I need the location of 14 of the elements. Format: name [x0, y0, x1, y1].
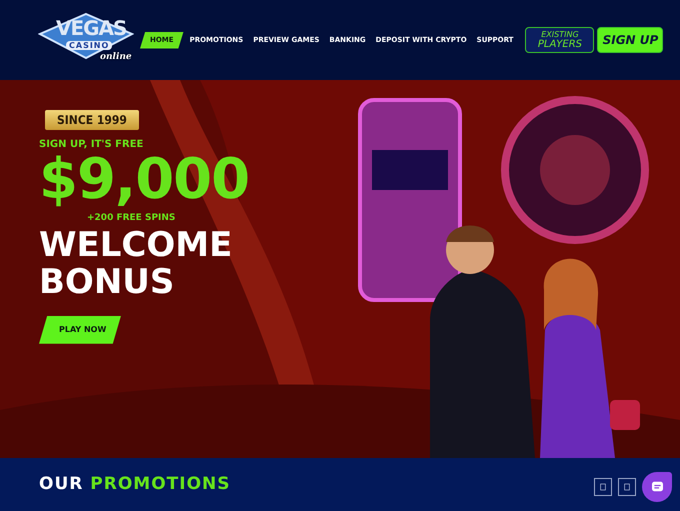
hero-headline: BONUS	[39, 264, 174, 302]
hero-kicker: SIGN UP, IT'S FREE	[39, 140, 144, 150]
since-badge: SINCE 1999	[45, 110, 139, 130]
section-title: OUR	[39, 474, 84, 494]
bonus-amount: $9,000	[39, 152, 250, 208]
section-title: PROMOTIONS	[90, 474, 230, 494]
login-button[interactable]: EXISTING PLAYERS	[525, 27, 594, 53]
logo-word: CASINO	[66, 41, 112, 50]
logo-word: online	[100, 52, 132, 62]
hero-headline: WELCOME	[39, 227, 232, 264]
free-spins-text: +200 FREE SPINS	[87, 214, 176, 223]
casino-logo[interactable]: VEGAS CASINO online	[38, 12, 134, 60]
logo-word: VEGAS	[56, 18, 126, 38]
sign-up-button[interactable]: SIGN UP	[597, 27, 664, 53]
